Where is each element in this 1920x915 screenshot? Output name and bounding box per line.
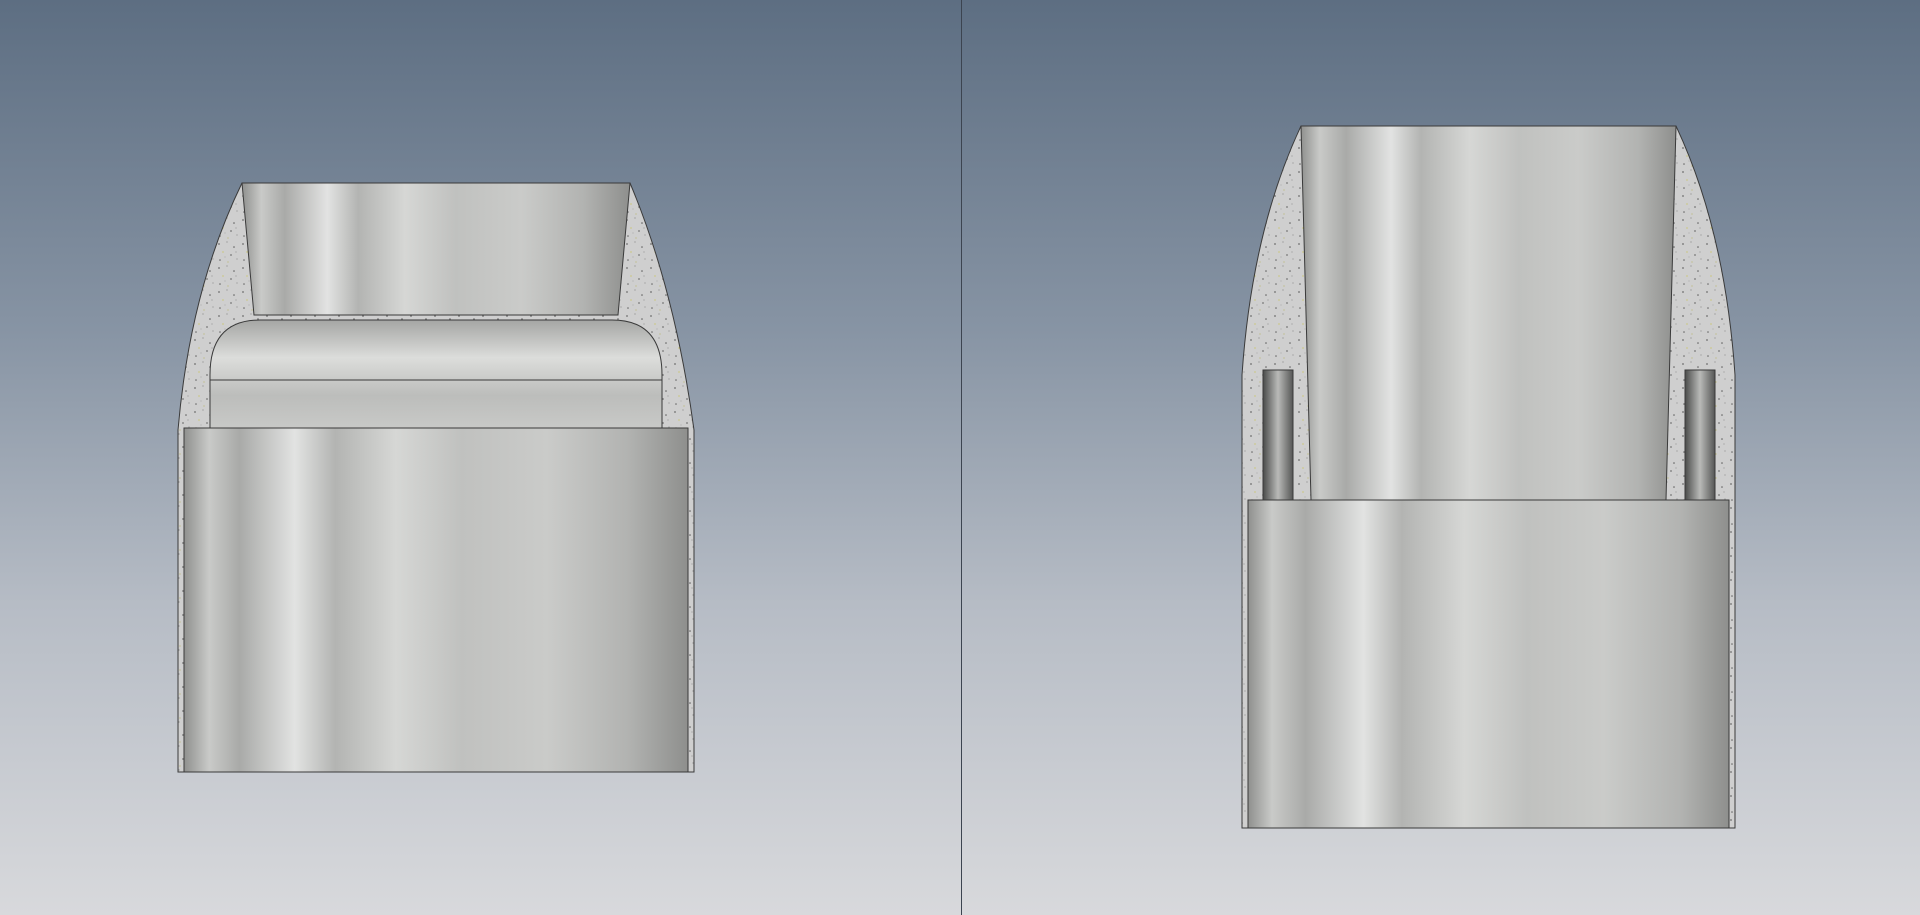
left-upper-neck <box>241 182 631 316</box>
right-left-slot <box>1262 369 1294 501</box>
right-right-slot <box>1684 369 1716 501</box>
right-main-body <box>1247 499 1730 829</box>
left-main-body <box>183 427 689 773</box>
left-fillet-shoulder <box>209 319 663 429</box>
left-model-canvas[interactable] <box>0 0 961 915</box>
right-model-canvas[interactable] <box>962 0 1920 915</box>
right-upper-neck <box>1300 125 1677 501</box>
left-viewport[interactable] <box>0 0 961 915</box>
right-viewport[interactable] <box>962 0 1920 915</box>
